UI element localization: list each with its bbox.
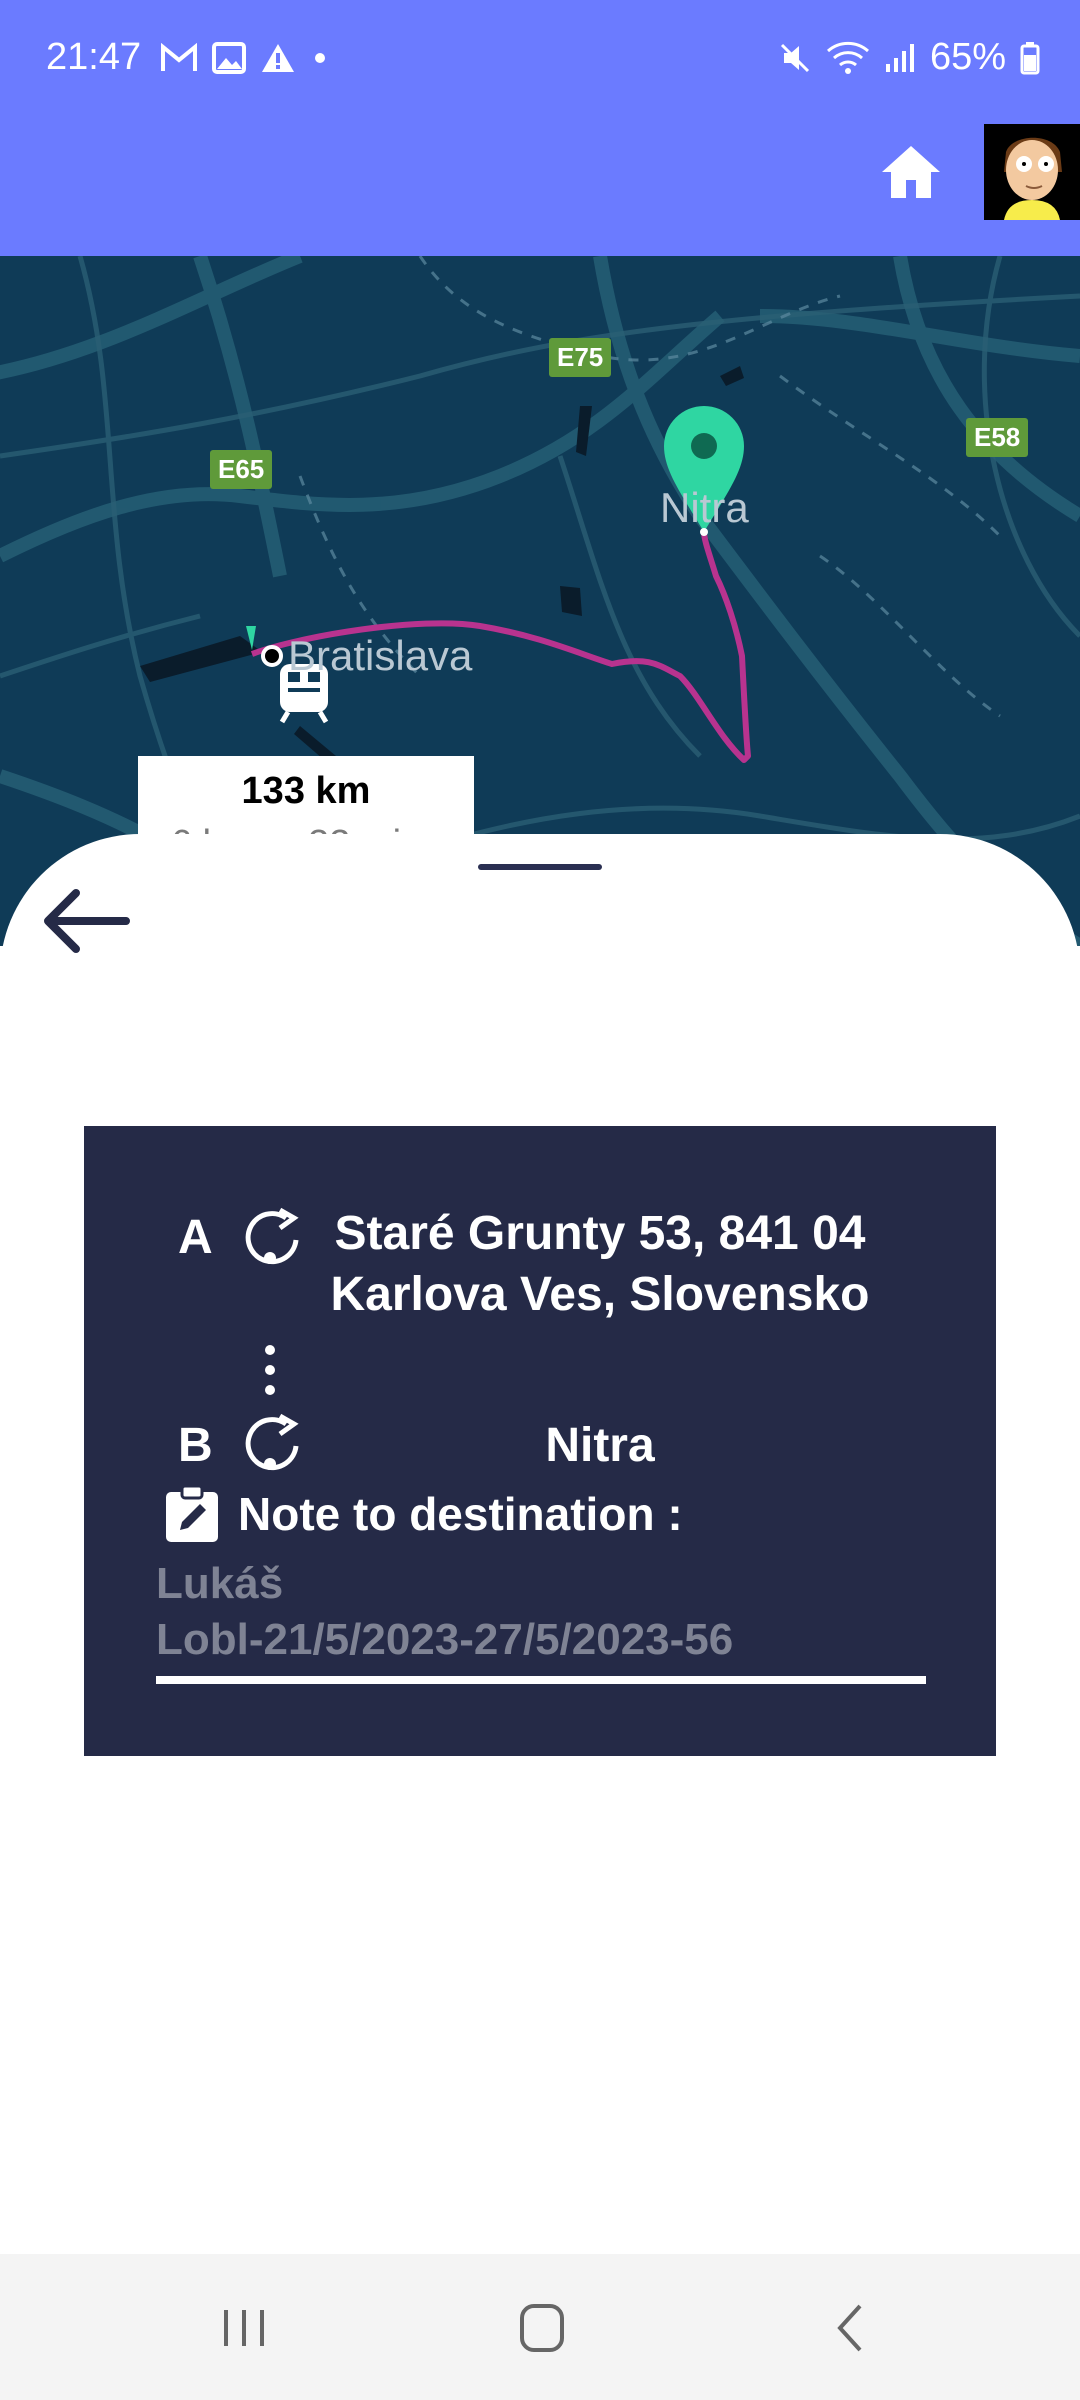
destination-address: Nitra bbox=[545, 1419, 655, 1472]
origin-address: Staré Grunty 53, 841 04 Karlova Ves, Slo… bbox=[310, 1206, 890, 1322]
road-shield-e58: E58 bbox=[966, 418, 1029, 457]
note-header: Note to destination : bbox=[164, 1484, 683, 1544]
road-shield-e75: E75 bbox=[549, 338, 612, 377]
origin-address-line1: Staré Grunty 53, 841 04 bbox=[334, 1207, 866, 1260]
battery-percent: 65% bbox=[929, 36, 1006, 78]
image-icon bbox=[212, 42, 246, 74]
status-bar: 21:47 65% bbox=[0, 0, 1080, 124]
gmail-icon bbox=[161, 43, 197, 71]
back-nav-icon[interactable] bbox=[810, 2298, 890, 2358]
dot-icon bbox=[315, 53, 325, 63]
wifi-icon bbox=[826, 41, 869, 74]
status-time: 21:47 bbox=[46, 36, 142, 78]
home-nav-icon[interactable] bbox=[500, 2298, 580, 2358]
avatar-icon bbox=[984, 124, 1080, 220]
trip-card: A Staré Grunty 53, 841 04 Karlova Ves, S… bbox=[84, 1126, 996, 1756]
destination-letter: B bbox=[178, 1419, 213, 1472]
battery-icon bbox=[1020, 41, 1040, 74]
system-status: 65% bbox=[778, 36, 1040, 79]
home-icon[interactable] bbox=[878, 140, 944, 206]
notification-icons bbox=[160, 42, 330, 74]
route-dots-icon bbox=[265, 1345, 275, 1395]
signal-icon bbox=[885, 43, 914, 72]
change-destination-icon[interactable] bbox=[240, 1412, 304, 1476]
change-origin-icon[interactable] bbox=[240, 1206, 304, 1270]
city-label-bratislava: Bratislava bbox=[288, 632, 473, 679]
back-arrow-icon[interactable] bbox=[36, 886, 132, 956]
app-header: 21:47 65% bbox=[0, 0, 1080, 256]
sheet-drag-handle[interactable] bbox=[478, 864, 602, 870]
route-distance: 133 km bbox=[241, 770, 371, 812]
origin-letter: A bbox=[178, 1211, 213, 1264]
alert-icon bbox=[262, 44, 294, 72]
note-label: Note to destination : bbox=[238, 1488, 683, 1540]
system-nav-bar bbox=[0, 2254, 1080, 2400]
note-text-line2: Lobl-21/5/2023-27/5/2023-56 bbox=[156, 1615, 734, 1664]
city-label-nitra: Nitra bbox=[660, 484, 749, 531]
avatar[interactable] bbox=[984, 124, 1080, 220]
origin-marker bbox=[261, 645, 283, 667]
bottom-sheet: A Staré Grunty 53, 841 04 Karlova Ves, S… bbox=[0, 834, 1080, 2254]
note-input[interactable]: Lukáš Lobl-21/5/2023-27/5/2023-56 bbox=[156, 1556, 926, 1684]
recent-apps-icon[interactable] bbox=[204, 2298, 284, 2358]
origin-address-line2: Karlova Ves, Slovensko bbox=[330, 1268, 870, 1321]
road-shield-e65: E65 bbox=[210, 450, 273, 489]
mute-icon bbox=[780, 43, 809, 72]
clipboard-edit-icon bbox=[166, 1484, 218, 1542]
note-text-line1: Lukáš bbox=[156, 1559, 284, 1608]
